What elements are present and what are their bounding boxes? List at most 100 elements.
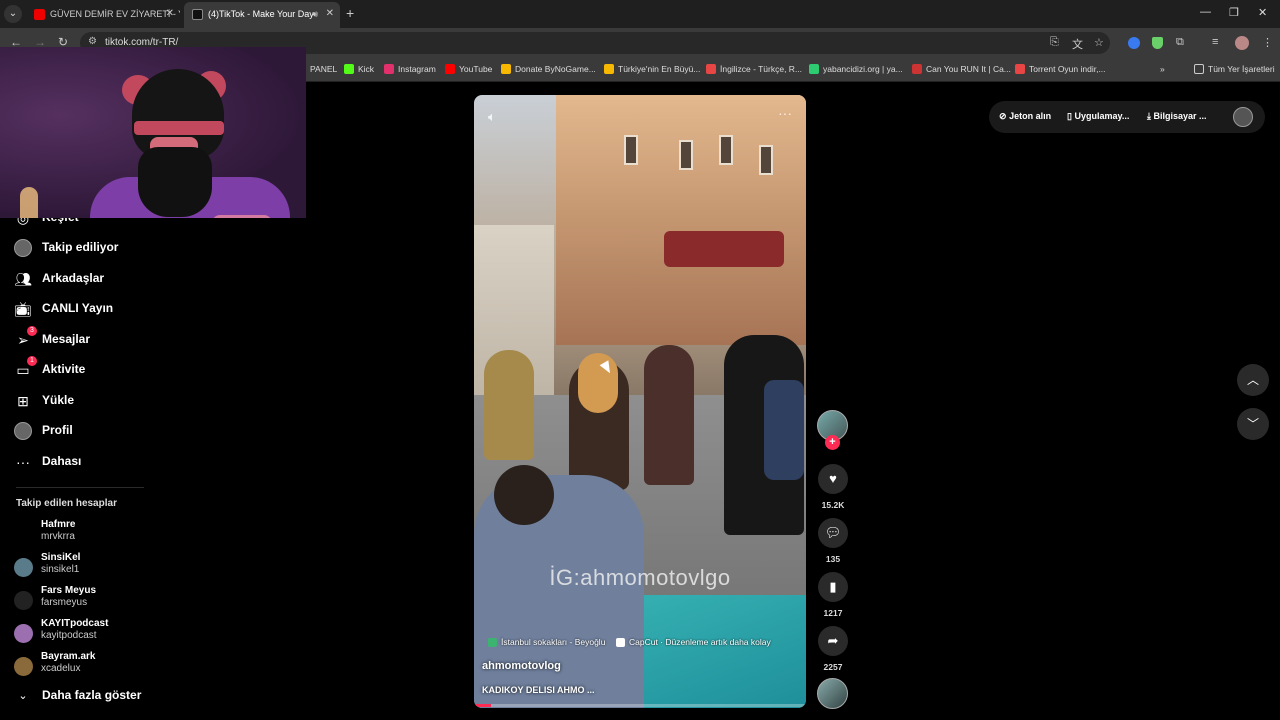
video-scene-window: [719, 135, 733, 165]
download-icon: ⤓: [1147, 111, 1151, 121]
site-icon: [1015, 64, 1025, 74]
coin-icon: ⊘: [999, 111, 1007, 121]
webcam-lamp: [20, 187, 38, 218]
bookmark-torrent[interactable]: Torrent Oyun indir,...: [1015, 64, 1106, 74]
share-arrow-icon: ➦: [827, 633, 839, 648]
dictionary-icon: [706, 64, 716, 74]
location-tag[interactable]: İstanbul sokakları - Beyoğlu: [488, 637, 605, 651]
new-tab-plus-icon[interactable]: +: [346, 5, 354, 21]
sidebar-item-following[interactable]: Takip ediliyor: [14, 237, 214, 259]
get-coins-button[interactable]: ⊘ Jeton alın: [999, 111, 1051, 122]
video-scene-backpack: [764, 380, 804, 480]
bookmark-turkiye[interactable]: Türkiye'nin En Büyü...: [604, 64, 700, 74]
all-bookmarks-folder[interactable]: Tüm Yer İşaretleri: [1194, 64, 1275, 74]
sidebar-item-more[interactable]: ··· Dahası: [14, 451, 214, 473]
more-options-icon[interactable]: ···: [778, 105, 792, 121]
adblock-shield-icon[interactable]: [1152, 37, 1163, 49]
followed-account[interactable]: Hafmre mrvkrra: [14, 519, 214, 547]
live-tv-icon: 📺︎: [14, 301, 32, 317]
minimize-icon[interactable]: —: [1200, 6, 1211, 18]
bookmarks-overflow-icon[interactable]: »: [1160, 64, 1165, 74]
browser-tab-youtube[interactable]: GÜVEN DEMİR EV ZİYARETİ - Yo ✕: [26, 2, 180, 28]
extensions-puzzle-icon[interactable]: ⧉: [1176, 36, 1184, 49]
webcam-overlay: [0, 47, 306, 218]
bookmark-kick[interactable]: Kick: [344, 64, 374, 74]
site-info-icon[interactable]: ⚙: [88, 36, 97, 47]
show-more-button[interactable]: ⌄ Daha fazla göster: [14, 685, 214, 707]
volume-icon[interactable]: 🔈︎: [488, 109, 496, 125]
video-scene-awning: [664, 231, 784, 267]
kick-icon: [344, 64, 354, 74]
bookmark-donate[interactable]: Donate ByNoGame...: [501, 64, 596, 74]
video-author[interactable]: ahmomotovlog: [482, 660, 561, 672]
bookmark-star-icon[interactable]: ☆: [1094, 36, 1104, 49]
followed-account[interactable]: KAYITpodcast kayitpodcast: [14, 618, 214, 646]
browser-menu-icon[interactable]: ⋮: [1262, 36, 1273, 49]
comment-button[interactable]: 💬︎: [818, 518, 848, 548]
followed-account[interactable]: SinsiKel sinsikel1: [14, 552, 214, 580]
video-watermark: İG:ahmomotovlgo: [549, 565, 731, 590]
tab-title: GÜVEN DEMİR EV ZİYARETİ - Yo: [50, 9, 180, 19]
video-scene-hair: [578, 353, 618, 413]
get-app-button[interactable]: ▯ Uygulamay...: [1067, 111, 1129, 122]
sidebar-item-messages[interactable]: ➢ 3 Mesajlar: [14, 326, 214, 351]
instagram-icon: [384, 64, 394, 74]
video-scene-rider-head: [494, 465, 554, 525]
follow-plus-icon[interactable]: +: [825, 435, 840, 450]
video-player[interactable]: İG:ahmomotovlgo 🔈︎ ··· İstanbul sokaklar…: [474, 95, 806, 708]
video-caption[interactable]: KADIKOY DELISI AHMO ...: [482, 685, 595, 695]
share-button[interactable]: ➦: [818, 626, 848, 656]
sidebar-item-friends[interactable]: 👥︎ Arkadaşlar: [14, 268, 214, 290]
chevron-down-icon: ﹀: [1246, 417, 1259, 431]
site-icon: [912, 64, 922, 74]
restore-icon[interactable]: ❐: [1229, 6, 1239, 19]
profile-avatar-icon: [14, 422, 32, 440]
avatar: [14, 591, 33, 610]
sidebar-item-activity[interactable]: ▭ 1 Aktivite: [14, 356, 214, 381]
translate-icon[interactable]: 文: [1072, 36, 1083, 52]
bookmark-instagram[interactable]: Instagram: [384, 64, 436, 74]
sidebar-item-live[interactable]: 📺︎ CANLI Yayın: [14, 298, 214, 320]
avatar: [14, 657, 33, 676]
capcut-tag[interactable]: CapCut · Düzenleme artık daha kolay: [616, 637, 771, 651]
close-tab-icon[interactable]: ✕: [326, 2, 334, 26]
sidebar-item-upload[interactable]: ⊞ Yükle: [14, 390, 214, 412]
bookmark-icon: ▮: [829, 579, 837, 594]
next-video-avatar[interactable]: [817, 678, 848, 709]
like-count: 15.2K: [821, 500, 845, 510]
bookmark-ingilizce[interactable]: İngilizce - Türkçe, R...: [706, 64, 802, 74]
browser-profile-avatar[interactable]: [1235, 36, 1249, 50]
capcut-icon: [616, 638, 625, 647]
next-video-button[interactable]: ﹀: [1237, 408, 1269, 440]
followed-account[interactable]: Fars Meyus farsmeyus: [14, 585, 214, 613]
window-close-icon[interactable]: ✕: [1258, 6, 1267, 19]
extension-blue-icon[interactable]: [1128, 37, 1140, 49]
install-app-icon[interactable]: ⎘: [1050, 36, 1059, 49]
media-controls-icon[interactable]: ≡: [1212, 36, 1218, 48]
video-scene-window: [624, 135, 638, 165]
desktop-app-button[interactable]: ⤓ Bilgisayar ...: [1147, 111, 1207, 122]
avatar: [14, 558, 33, 577]
followed-account[interactable]: Bayram.ark xcadelux: [14, 651, 214, 679]
folder-icon: [1194, 64, 1204, 74]
speaker-icon[interactable]: 🔊︎: [312, 2, 318, 26]
video-progress-bar[interactable]: [474, 704, 806, 707]
save-button[interactable]: ▮: [818, 572, 848, 602]
browser-tab-tiktok[interactable]: (4)TikTok - Make Your Day 🔊︎ ✕: [184, 2, 340, 28]
bookmark-youtube[interactable]: YouTube: [445, 64, 492, 74]
user-avatar[interactable]: [1233, 107, 1253, 127]
avatar: [14, 624, 33, 643]
previous-video-button[interactable]: ︿: [1237, 364, 1269, 396]
video-scene-building: [556, 95, 806, 345]
bookmark-yabancidizi[interactable]: yabancidizi.org | ya...: [809, 64, 903, 74]
tiktok-favicon-icon: [192, 9, 203, 20]
tab-search-chevron-icon[interactable]: ⌄: [4, 5, 22, 23]
close-tab-icon[interactable]: ✕: [166, 2, 174, 26]
followed-accounts-title: Takip edilen hesaplar: [16, 498, 117, 509]
bookmark-canyourunit[interactable]: Can You RUN It | Ca...: [912, 64, 1011, 74]
webcam-hat-band: [134, 121, 224, 135]
comment-count: 135: [825, 554, 841, 564]
sidebar-item-profile[interactable]: Profil: [14, 420, 214, 442]
tab-title: (4)TikTok - Make Your Day: [208, 9, 314, 19]
like-button[interactable]: ♥: [818, 464, 848, 494]
